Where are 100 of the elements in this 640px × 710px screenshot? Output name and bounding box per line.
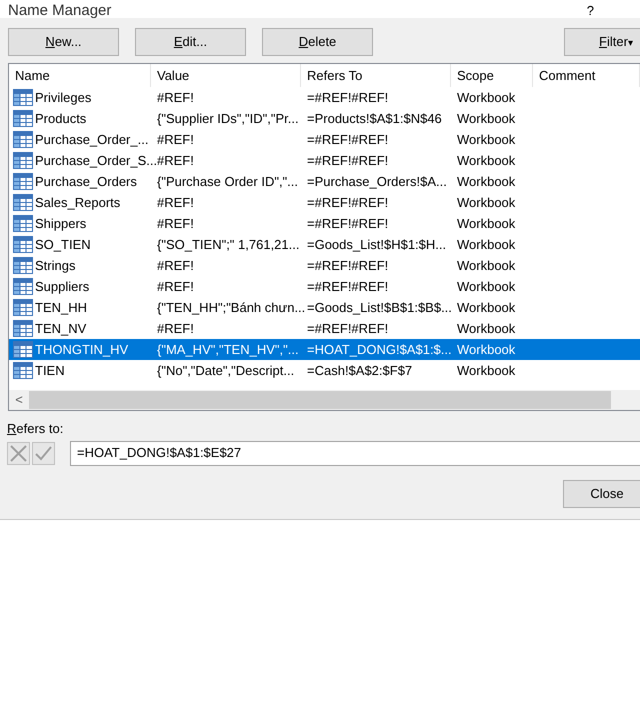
- table-cell: Workbook: [457, 320, 516, 336]
- table-cell: Workbook: [457, 278, 516, 294]
- table-cell-text: Purchase_Order_...: [35, 130, 148, 149]
- name-row[interactable]: Strings #REF! =#REF!#REF! Workbook: [9, 255, 640, 276]
- refers-to-label: Refers to:: [7, 420, 64, 438]
- table-cell: #REF!: [157, 90, 194, 105]
- table-cell: Workbook: [457, 110, 516, 126]
- check-icon[interactable]: [32, 442, 55, 464]
- table-cell-text: TIEN: [35, 362, 65, 380]
- table-cell: =HOAT_DONG!$A$1:$...: [307, 342, 452, 357]
- table-cell-text: Shippers: [35, 214, 86, 233]
- dialog-button[interactable]: Edit...: [135, 28, 246, 56]
- table-cell: Workbook: [457, 132, 516, 147]
- table-icon: [13, 152, 33, 169]
- table-cell: Workbook: [457, 152, 516, 168]
- column-header[interactable]: Name: [9, 64, 151, 87]
- dialog-button[interactable]: Delete: [262, 28, 373, 56]
- scroll-left-button[interactable]: <: [9, 390, 29, 410]
- table-cell: =Goods_List!$B$1:$B$...: [307, 300, 452, 315]
- name-row[interactable]: TEN_NV #REF! =#REF!#REF! Workbook: [9, 318, 640, 339]
- table-cell-text: SO_TIEN: [35, 236, 91, 254]
- column-header[interactable]: Value: [151, 64, 301, 87]
- table-icon: [13, 131, 33, 148]
- window-title: Name Manager: [8, 3, 112, 18]
- table-cell: =Goods_List!$H$1:$H...: [307, 236, 446, 252]
- table-cell: #REF!: [157, 258, 194, 273]
- name-row[interactable]: Suppliers #REF! =#REF!#REF! Workbook: [9, 276, 640, 297]
- name-row[interactable]: THONGTIN_HV {"MA_HV","TEN_HV","... =HOAT_DONG!$A$1:$... Workbook: [9, 339, 640, 360]
- table-cell: =#REF!#REF!: [307, 152, 388, 168]
- table-cell: =#REF!#REF!: [307, 90, 388, 105]
- table-cell: {"TEN_HH";"Bánh chưn...: [157, 300, 306, 315]
- table-cell: Workbook: [457, 342, 516, 357]
- table-cell: #REF!: [157, 194, 194, 210]
- table-cell: Workbook: [457, 258, 516, 273]
- table-cell-text: Privileges: [35, 88, 92, 107]
- table-icon: [13, 341, 33, 358]
- table-cell: Workbook: [457, 300, 516, 315]
- name-row[interactable]: Shippers #REF! =#REF!#REF! Workbook: [9, 213, 640, 234]
- close-button[interactable]: Close: [563, 480, 640, 508]
- table-cell: =#REF!#REF!: [307, 194, 388, 210]
- table-icon: [13, 278, 33, 295]
- refers-to-field[interactable]: =HOAT_DONG!$A$1:$E$27: [70, 440, 640, 466]
- table-cell-text: Purchase_Orders: [35, 172, 137, 191]
- table-cell: Workbook: [457, 216, 516, 231]
- table-cell: {"No","Date","Descript...: [157, 362, 294, 378]
- name-row[interactable]: Purchase_Order_S...#REF! =#REF!#REF! Workbook: [9, 150, 640, 171]
- table-cell: Workbook: [457, 174, 516, 189]
- column-header[interactable]: Comment: [533, 64, 640, 87]
- table-cell: =#REF!#REF!: [307, 278, 388, 294]
- table-cell-text: Sales_Reports: [35, 194, 120, 212]
- table-cell-text: Suppliers: [35, 278, 90, 296]
- table-cell-text: Strings: [35, 256, 76, 275]
- table-icon: [13, 173, 33, 190]
- table-cell: Workbook: [457, 236, 516, 252]
- table-cell-text: Products: [35, 110, 86, 128]
- table-cell: #REF!: [157, 152, 194, 168]
- table-cell-text: TEN_NV: [35, 320, 86, 338]
- name-row[interactable]: TIEN {"No","Date","Descript... =Cash!$A$2:$F$7 Workbook: [9, 360, 640, 381]
- name-row[interactable]: Privileges #REF! =#REF!#REF! Workbook: [9, 87, 640, 108]
- table-cell: #REF!: [157, 216, 194, 231]
- table-icon: [13, 362, 33, 379]
- name-row[interactable]: TEN_HH {"TEN_HH";"Bánh chưn...=Goods_List!$B$1:$B$... Workbook: [9, 297, 640, 318]
- table-cell: =#REF!#REF!: [307, 320, 388, 336]
- table-cell: Workbook: [457, 194, 516, 210]
- name-row[interactable]: SO_TIEN {"SO_TIEN";" 1,761,21... =Goods_List!$H$1:$H... Workbook: [9, 234, 640, 255]
- table-cell: {"Supplier IDs","ID","Pr...: [157, 110, 299, 126]
- dialog-button[interactable]: New...: [8, 28, 119, 56]
- table-cell: =Cash!$A$2:$F$7: [307, 362, 412, 378]
- table-cell: =Products!$A$1:$N$46: [307, 110, 442, 126]
- table-icon: [13, 257, 33, 274]
- table-cell: {"MA_HV","TEN_HV","...: [157, 342, 299, 357]
- table-icon: [13, 215, 33, 232]
- table-cell: {"SO_TIEN";" 1,761,21...: [157, 236, 300, 252]
- column-header[interactable]: Refers To: [301, 64, 451, 87]
- table-cell: {"Purchase Order ID","...: [157, 174, 298, 189]
- name-row[interactable]: Products {"Supplier IDs","ID","Pr... =Products!$A$1:$N$46 Workbook: [9, 108, 640, 129]
- table-cell: #REF!: [157, 278, 194, 294]
- table-cell-text: THONGTIN_HV: [35, 340, 128, 359]
- table-cell: =#REF!#REF!: [307, 132, 388, 147]
- help-button[interactable]: ?: [586, 4, 594, 18]
- table-icon: [13, 236, 33, 253]
- table-cell: Workbook: [457, 90, 516, 105]
- table-icon: [13, 89, 33, 106]
- table-cell: =#REF!#REF!: [307, 216, 388, 231]
- table-icon: [13, 299, 33, 316]
- name-row[interactable]: Purchase_Orders {"Purchase Order ID","... =Purchase_Orders!$A... Workbook: [9, 171, 640, 192]
- scrollbar-thumb[interactable]: [29, 391, 611, 409]
- table-cell: #REF!: [157, 132, 194, 147]
- name-row[interactable]: Sales_Reports #REF! =#REF!#REF! Workbook: [9, 192, 640, 213]
- table-cell-text: Purchase_Order_S...: [35, 152, 158, 170]
- table-icon: [13, 320, 33, 337]
- table-cell: Workbook: [457, 362, 516, 378]
- filter-button[interactable]: Filter▾: [564, 28, 640, 56]
- table-cell: =Purchase_Orders!$A...: [307, 174, 447, 189]
- cancel-icon[interactable]: [7, 442, 30, 464]
- table-cell: =#REF!#REF!: [307, 258, 388, 273]
- table-cell: #REF!: [157, 320, 194, 336]
- table-cell-text: TEN_HH: [35, 298, 88, 317]
- name-row[interactable]: Purchase_Order_... #REF! =#REF!#REF! Workbook: [9, 129, 640, 150]
- column-header[interactable]: Scope: [451, 64, 533, 87]
